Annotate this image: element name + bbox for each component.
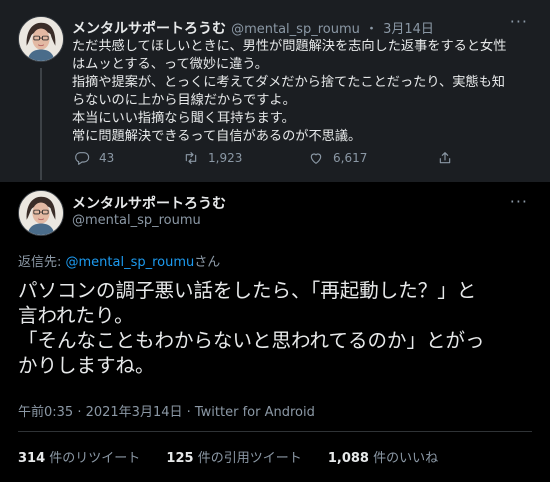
likes-stat[interactable]: 1,088 件のいいね bbox=[328, 451, 438, 466]
separator: ・ bbox=[364, 22, 378, 37]
likes-count: 1,088 bbox=[327, 451, 369, 466]
tweet-text-line: らないのに上から目線だからですよ。 bbox=[72, 93, 296, 108]
quotes-count: 125 bbox=[166, 451, 194, 466]
avatar-image bbox=[19, 191, 63, 235]
reply-icon bbox=[75, 152, 90, 165]
like-icon bbox=[310, 153, 322, 164]
tweet-date[interactable]: 3月14日 bbox=[383, 22, 434, 37]
more-icon[interactable]: ··· bbox=[510, 192, 528, 211]
quotes-stat[interactable]: 125 件の引用ツイート bbox=[166, 451, 301, 466]
display-name[interactable]: メンタルサポートろうむ bbox=[72, 21, 226, 37]
share-icon bbox=[439, 152, 451, 164]
tweet-text-line: かりしますね。 bbox=[18, 354, 155, 377]
divider bbox=[18, 431, 532, 432]
tweet-text-line: 指摘や提案が、とっくに考えてダメだから捨てたことだったり、実態も知 bbox=[72, 75, 505, 90]
avatar[interactable] bbox=[18, 16, 64, 62]
like-button[interactable]: 6,617 bbox=[308, 150, 367, 166]
avatar[interactable] bbox=[18, 190, 64, 236]
retweets-label: 件のリツイート bbox=[45, 451, 141, 466]
tweet-text-line: ただ共感してほしいときに、男性が問題解決を志向した返事をすると女性 bbox=[72, 39, 507, 54]
like-count: 6,617 bbox=[333, 151, 368, 165]
avatar-image bbox=[19, 17, 63, 61]
tweet-text-line: パソコンの調子悪い話をしたら、「再起動した？」と bbox=[18, 279, 477, 302]
previous-tweet-header: メンタルサポートろうむ @mental_sp_roumu ・ 3月14日 bbox=[72, 18, 434, 38]
likes-label: 件のいいね bbox=[368, 451, 439, 466]
reply-to-label: 返信先: bbox=[18, 255, 66, 270]
reply-to-suffix: さん bbox=[194, 255, 221, 270]
tweet-timestamp[interactable]: 午前0:35 · 2021年3月14日 · Twitter for Androi… bbox=[18, 401, 315, 420]
tweet-text-line: 言われたり。 bbox=[18, 304, 134, 327]
tweet-text-line: 本当にいい指摘なら聞く耳持ちます。 bbox=[72, 111, 295, 126]
retweet-button[interactable]: 1,923 bbox=[183, 150, 242, 166]
tweet-stats: 314 件のリツイート 125 件の引用ツイート 1,088 件のいいね bbox=[18, 447, 460, 466]
reply-button[interactable]: 43 bbox=[74, 150, 114, 166]
retweets-count: 314 bbox=[18, 451, 46, 466]
reply-to-line: 返信先: @mental_sp_roumuさん bbox=[18, 251, 220, 270]
tweet-text-line: はムッとする、って微妙に違う。 bbox=[72, 57, 268, 72]
retweet-icon bbox=[185, 152, 197, 164]
thread-connector-line bbox=[40, 68, 42, 180]
main-tweet-text: パソコンの調子悪い話をしたら、「再起動した？」と 言われたり。 「そんなこともわ… bbox=[18, 278, 538, 378]
handle[interactable]: @mental_sp_roumu bbox=[231, 22, 360, 37]
quotes-label: 件の引用ツイート bbox=[193, 451, 302, 466]
reply-count: 43 bbox=[99, 151, 115, 165]
tweet-actions: 43 1,923 6,617 bbox=[74, 150, 451, 172]
previous-tweet-text: ただ共感してほしいときに、男性が問題解決を志向した返事をすると女性 はムッとする… bbox=[72, 38, 527, 146]
tweet-text-line: 常に問題解決できるって自信があるのが不思議。 bbox=[72, 129, 362, 144]
retweet-count: 1,923 bbox=[208, 151, 243, 165]
share-button[interactable] bbox=[437, 150, 462, 166]
more-icon[interactable]: ··· bbox=[510, 12, 528, 31]
retweets-stat[interactable]: 314 件のリツイート bbox=[18, 451, 140, 466]
handle[interactable]: @mental_sp_roumu bbox=[72, 213, 201, 228]
tweet-text-line: 「そんなこともわからないと思われてるのか」とがっ bbox=[18, 329, 485, 352]
display-name[interactable]: メンタルサポートろうむ bbox=[72, 193, 226, 213]
reply-to-handle-link[interactable]: @mental_sp_roumu bbox=[66, 255, 195, 270]
